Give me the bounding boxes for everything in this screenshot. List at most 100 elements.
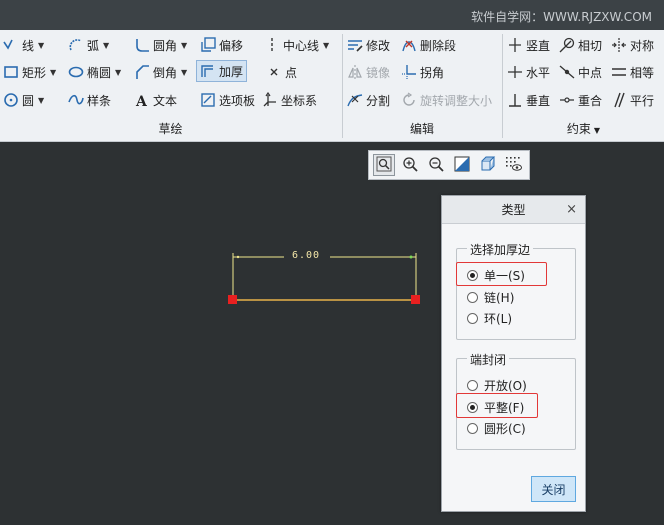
ellipse-icon xyxy=(68,64,84,80)
offset-icon xyxy=(200,37,216,53)
corner-tool[interactable]: 拐角 xyxy=(401,61,444,83)
vertical-label: 竖直 xyxy=(526,38,551,53)
mirror-icon xyxy=(347,64,363,80)
rotate-resize-label: 旋转调整大小 xyxy=(420,93,493,108)
chevron-down-icon[interactable]: ▼ xyxy=(103,41,109,50)
vertical-constraint-icon xyxy=(507,37,523,53)
palette-tool[interactable]: 选项板 xyxy=(200,89,255,111)
sketch-group: 线 ▼ 弧 ▼ 圆角 ▼ 偏移 中心线 ▼ 矩形 ▼ 椭圆 ▼ 倒角 ▼ 加厚 … xyxy=(0,30,341,142)
modify-icon xyxy=(347,37,363,53)
fillet-label: 圆角 xyxy=(153,38,178,53)
tangent-icon xyxy=(559,37,575,53)
constrain-group-label[interactable]: 约束 ▼ xyxy=(503,120,664,137)
radio-open-label: 开放(O) xyxy=(484,378,527,393)
svg-text:A: A xyxy=(135,94,148,108)
rotate-resize-tool[interactable]: 旋转调整大小 xyxy=(401,89,492,111)
symmetric-tool[interactable]: 对称 xyxy=(611,34,654,56)
offset-tool[interactable]: 偏移 xyxy=(200,34,243,56)
close-button[interactable]: 关闭 xyxy=(531,476,576,502)
perpendicular-icon xyxy=(507,92,523,108)
mirror-tool[interactable]: 镜像 xyxy=(347,61,390,83)
equal-icon xyxy=(611,64,627,80)
chevron-down-icon[interactable]: ▼ xyxy=(181,68,187,77)
vertical-tool[interactable]: 竖直 xyxy=(507,34,550,56)
coincident-icon xyxy=(559,92,575,108)
divide-tool[interactable]: 分割 xyxy=(347,89,390,111)
line-icon xyxy=(3,37,19,53)
centerline-tool[interactable]: 中心线 ▼ xyxy=(264,34,329,56)
delete-segment-tool[interactable]: 删除段 xyxy=(401,34,456,56)
close-icon[interactable]: × xyxy=(566,196,577,224)
chevron-down-icon[interactable]: ▼ xyxy=(38,96,44,105)
chamfer-tool[interactable]: 倒角 ▼ xyxy=(134,61,187,83)
circle-tool[interactable]: 圆 ▼ xyxy=(3,89,44,111)
radio-open[interactable]: 开放(O) xyxy=(467,376,527,394)
fillet-icon xyxy=(134,37,150,53)
chevron-down-icon[interactable]: ▼ xyxy=(323,41,329,50)
chevron-down-icon[interactable]: ▼ xyxy=(38,41,44,50)
dialog-title-bar[interactable]: 类型 × xyxy=(442,196,585,224)
point-tool[interactable]: 点 xyxy=(266,61,297,83)
parallel-tool[interactable]: 平行 xyxy=(611,89,654,111)
edge-selection-legend: 选择加厚边 xyxy=(467,241,534,258)
endpoint-left[interactable] xyxy=(228,295,237,304)
text-tool[interactable]: A 文本 xyxy=(134,89,177,111)
dimension-value[interactable]: 6.00 xyxy=(292,250,320,261)
equal-tool[interactable]: 相等 xyxy=(611,61,654,83)
horizontal-label: 水平 xyxy=(526,65,551,80)
delete-segment-label: 删除段 xyxy=(420,38,457,53)
spline-label: 样条 xyxy=(87,93,112,108)
offset-label: 偏移 xyxy=(219,38,244,53)
thicken-label: 加厚 xyxy=(219,64,244,79)
edit-group-label: 编辑 xyxy=(409,122,434,136)
modify-tool[interactable]: 修改 xyxy=(347,34,390,56)
horizontal-tool[interactable]: 水平 xyxy=(507,61,550,83)
coincident-tool[interactable]: 重合 xyxy=(559,89,602,111)
rectangle-tool[interactable]: 矩形 ▼ xyxy=(3,61,56,83)
watermark: 软件自学网：WWW.RJZXW.COM xyxy=(471,10,652,24)
tangent-tool[interactable]: 相切 xyxy=(559,34,602,56)
midpoint-tool[interactable]: 中点 xyxy=(559,61,602,83)
chamfer-icon xyxy=(134,64,150,80)
line-tool[interactable]: 线 ▼ xyxy=(3,34,44,56)
end-cap-legend: 端封闭 xyxy=(467,351,510,368)
midpoint-label: 中点 xyxy=(578,65,603,80)
modify-label: 修改 xyxy=(366,38,391,53)
corner-icon xyxy=(401,64,417,80)
radio-circle-icon xyxy=(467,422,478,434)
coordsys-tool[interactable]: 坐标系 xyxy=(262,89,317,111)
corner-label: 拐角 xyxy=(420,65,445,80)
chevron-down-icon[interactable]: ▼ xyxy=(50,68,56,77)
radio-loop-label: 环(L) xyxy=(484,311,513,326)
highlight-single xyxy=(456,262,547,286)
thicken-tool[interactable]: 加厚 xyxy=(196,60,248,82)
centerline-label: 中心线 xyxy=(283,38,320,53)
ellipse-tool[interactable]: 椭圆 ▼ xyxy=(68,61,121,83)
text-icon: A xyxy=(134,92,150,108)
chevron-down-icon[interactable]: ▼ xyxy=(181,41,187,50)
endpoint-right[interactable] xyxy=(411,295,420,304)
radio-circular[interactable]: 圆形(C) xyxy=(467,419,526,437)
equal-label: 相等 xyxy=(630,65,655,80)
mirror-label: 镜像 xyxy=(366,65,391,80)
line-label: 线 xyxy=(22,38,35,53)
perpendicular-tool[interactable]: 垂直 xyxy=(507,89,550,111)
symmetric-label: 对称 xyxy=(630,38,655,53)
spline-tool[interactable]: 样条 xyxy=(68,89,111,111)
radio-loop[interactable]: 环(L) xyxy=(467,309,512,327)
radio-chain-label: 链(H) xyxy=(484,290,515,305)
symmetric-icon xyxy=(611,37,627,53)
radio-chain[interactable]: 链(H) xyxy=(467,288,514,306)
chevron-down-icon: ▼ xyxy=(593,126,601,135)
chevron-down-icon[interactable]: ▼ xyxy=(115,68,121,77)
circle-label: 圆 xyxy=(22,93,35,108)
radio-circular-label: 圆形(C) xyxy=(484,421,526,436)
rotate-icon xyxy=(401,92,417,108)
fillet-tool[interactable]: 圆角 ▼ xyxy=(134,34,187,56)
centerline-icon xyxy=(264,37,280,53)
ellipse-label: 椭圆 xyxy=(87,65,112,80)
dimension-line[interactable] xyxy=(232,253,417,299)
arc-tool[interactable]: 弧 ▼ xyxy=(68,34,109,56)
highlight-flat xyxy=(456,393,538,418)
constrain-group: 竖直 相切 对称 水平 中点 相等 垂直 重合 平行 约束 ▼ xyxy=(503,30,664,142)
